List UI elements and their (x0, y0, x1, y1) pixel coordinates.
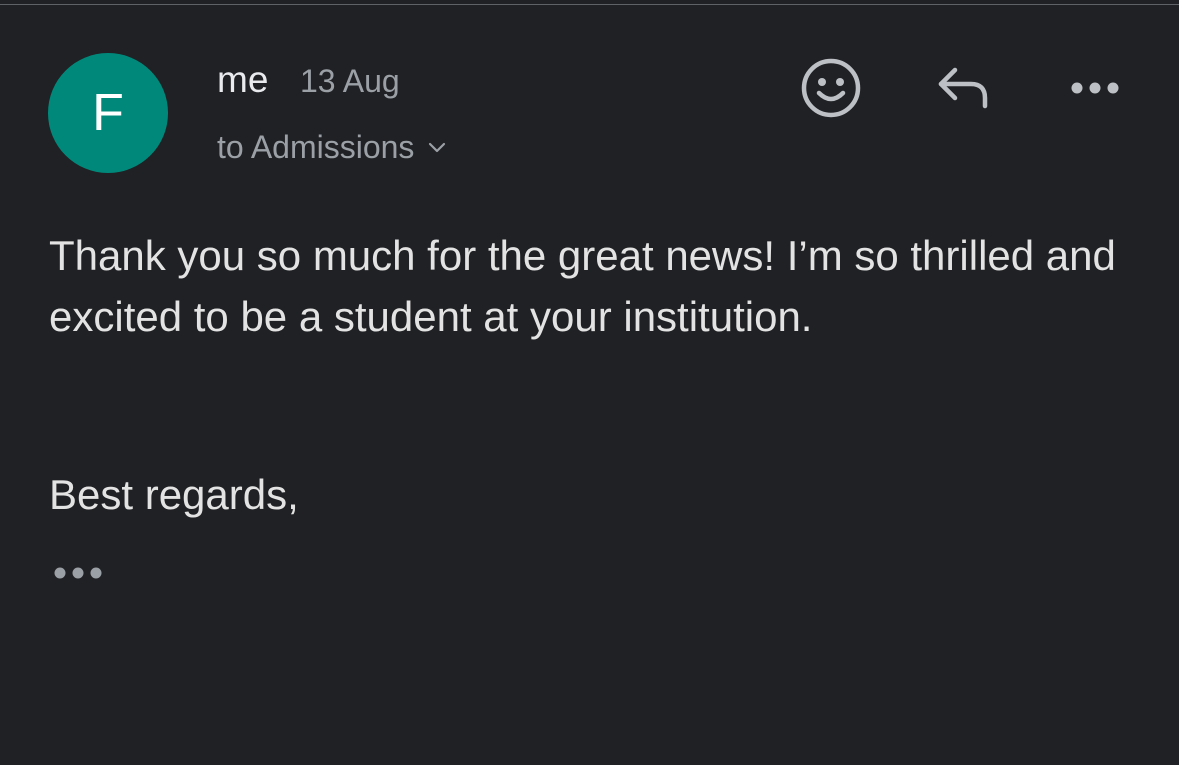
recipient-details-toggle[interactable]: to Admissions (217, 128, 448, 166)
show-quoted-text-button[interactable] (50, 562, 106, 588)
message-date: 13 Aug (300, 63, 400, 99)
reply-arrow-icon (933, 64, 993, 117)
top-divider (0, 4, 1179, 5)
add-reaction-button[interactable] (796, 55, 866, 125)
ellipsis-icon (51, 565, 105, 586)
more-options-button[interactable] (1062, 70, 1128, 110)
recipient-label: to Admissions (217, 129, 415, 165)
reply-button[interactable] (928, 60, 998, 120)
avatar[interactable]: F (48, 53, 168, 173)
more-horizontal-icon (1069, 80, 1121, 101)
message-body: Thank you so much for the great news! I’… (49, 232, 1116, 340)
message-signoff: Best regards, (49, 471, 299, 518)
smiley-face-icon (800, 57, 862, 124)
chevron-down-icon (426, 136, 448, 158)
sender-name[interactable]: me (217, 60, 268, 100)
